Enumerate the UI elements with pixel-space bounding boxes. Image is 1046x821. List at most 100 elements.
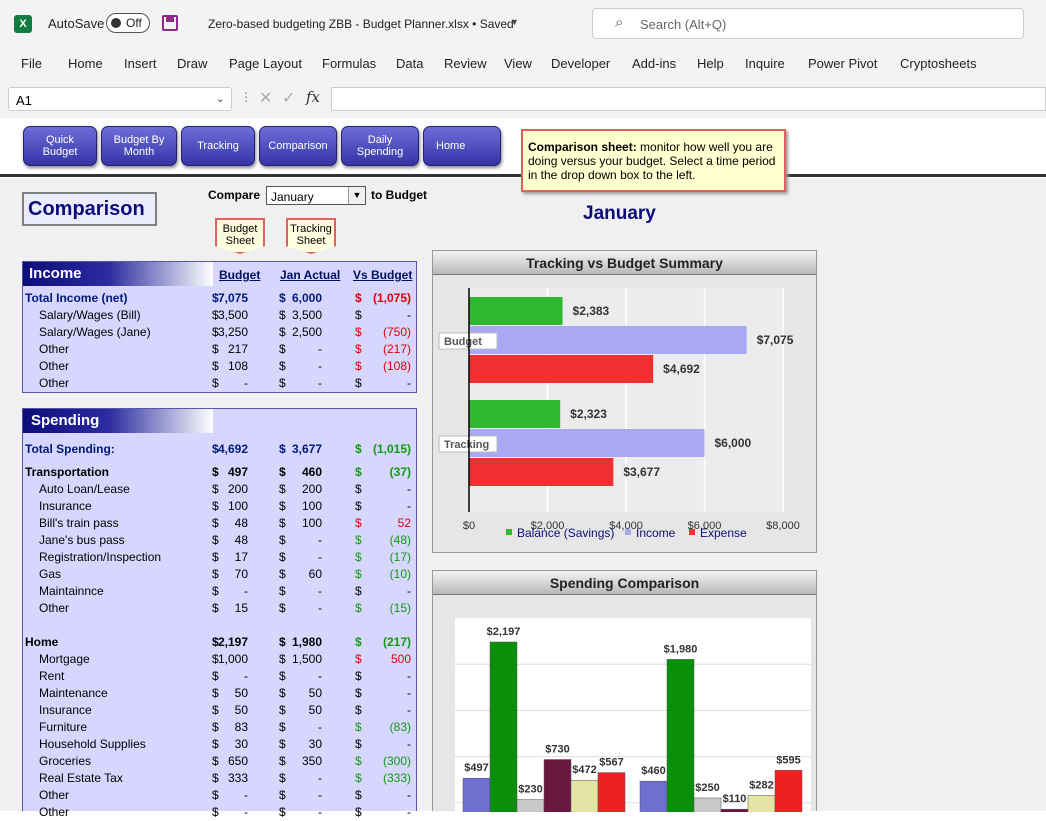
budget-value: - bbox=[244, 376, 248, 390]
page-title: Comparison bbox=[22, 192, 157, 226]
spending-row[interactable]: Jane's bus pass $48 $ - $ (48) bbox=[23, 532, 417, 549]
data-label: $595 bbox=[776, 754, 800, 766]
period-dropdown[interactable]: January ▼ bbox=[266, 186, 366, 205]
spending-row[interactable]: Groceries $650 $350 $ (300) bbox=[23, 753, 417, 770]
tracking-vs-budget-chart[interactable]: Tracking vs Budget Summary $0 $2,000 $4,00… bbox=[432, 250, 817, 553]
row-label: Insurance bbox=[39, 499, 92, 513]
spending-row[interactable]: Furniture $83 $ - $ (83) bbox=[23, 719, 417, 736]
currency-symbol: $ bbox=[279, 788, 286, 802]
spending-row[interactable]: Real Estate Tax $333 $ - $ (333) bbox=[23, 770, 417, 787]
spending-row[interactable]: Total Spending: $4,692 $3,677 $ (1,015) bbox=[23, 441, 417, 458]
col-budget: Budget bbox=[219, 268, 261, 282]
spending-row[interactable]: Transportation $497 $460 $ (37) bbox=[23, 464, 417, 481]
more-icon[interactable]: ⋮ bbox=[240, 90, 252, 104]
tab-cryptosheets[interactable]: Cryptosheets bbox=[900, 56, 977, 71]
quick-budget-button[interactable]: Quick Budget bbox=[23, 126, 97, 166]
daily-spending-button[interactable]: Daily Spending bbox=[341, 126, 419, 166]
income-row[interactable]: Total Income (net) $7,075 $6,000 $ (1,075) bbox=[23, 290, 417, 307]
tab-formulas[interactable]: Formulas bbox=[322, 56, 376, 71]
tab-data[interactable]: Data bbox=[396, 56, 423, 71]
data-label: $460 bbox=[641, 765, 665, 777]
tab-view[interactable]: View bbox=[504, 56, 532, 71]
spending-row[interactable]: Other $15 $ - $ (15) bbox=[23, 600, 417, 617]
spending-row[interactable]: Gas $70 $60 $ (10) bbox=[23, 566, 417, 583]
variance-value: - bbox=[407, 669, 411, 683]
autosave-toggle[interactable]: Off bbox=[106, 13, 150, 33]
budget-value: 650 bbox=[227, 754, 248, 768]
actual-value: - bbox=[318, 720, 322, 734]
file-name[interactable]: Zero-based budgeting ZBB - Budget Planne… bbox=[208, 17, 514, 31]
month-title: January bbox=[583, 203, 656, 224]
data-label: $110 bbox=[723, 793, 747, 805]
search-box[interactable]: ⌕ Search (Alt+Q) bbox=[592, 8, 1024, 39]
tab-review[interactable]: Review bbox=[444, 56, 487, 71]
income-title: Income bbox=[23, 262, 213, 286]
name-box[interactable]: A1 ⌄ bbox=[8, 87, 232, 111]
save-icon[interactable] bbox=[162, 15, 178, 31]
currency-symbol: $ bbox=[279, 754, 286, 768]
tab-home[interactable]: Home bbox=[68, 56, 103, 71]
home-button[interactable]: Home bbox=[423, 126, 501, 166]
tab-developer[interactable]: Developer bbox=[551, 56, 610, 71]
spending-comparison-plot: $497 $2,197 $230 $730$472$567 $460 $1,980 $250… bbox=[455, 618, 811, 812]
tab-draw[interactable]: Draw bbox=[177, 56, 207, 71]
tab-file[interactable]: File bbox=[21, 56, 42, 71]
chevron-down-icon[interactable]: ▼ bbox=[348, 187, 365, 204]
variance-value: (10) bbox=[389, 567, 411, 581]
spending-row[interactable]: Other $ - $ - $ - bbox=[23, 804, 417, 821]
tab-insert[interactable]: Insert bbox=[124, 56, 157, 71]
tab-add-ins[interactable]: Add-ins bbox=[632, 56, 676, 71]
spending-row[interactable]: Household Supplies $30 $30 $ - bbox=[23, 736, 417, 753]
budget-value: 497 bbox=[227, 465, 248, 479]
spending-row[interactable]: Maintenance $50 $50 $ - bbox=[23, 685, 417, 702]
spending-row[interactable]: Insurance $50 $50 $ - bbox=[23, 702, 417, 719]
tab-inquire[interactable]: Inquire bbox=[745, 56, 785, 71]
income-row[interactable]: Other $217 $ - $ (217) bbox=[23, 341, 417, 358]
cancel-icon[interactable]: ✕ bbox=[259, 88, 272, 108]
spending-row[interactable]: Mortgage $1,000 $1,500 $500 bbox=[23, 651, 417, 668]
tracking-vs-budget-plot: $0 $2,000 $4,000 $6,000 $8,000$2,383$7,075$4… bbox=[438, 288, 800, 540]
comparison-button[interactable]: Comparison bbox=[259, 126, 337, 166]
spending-row[interactable]: Registration/Inspection $17 $ - $ (17) bbox=[23, 549, 417, 566]
budget-by-month-button[interactable]: Budget By Month bbox=[101, 126, 177, 166]
currency-symbol: $ bbox=[355, 601, 362, 615]
currency-symbol: $ bbox=[279, 516, 286, 530]
function-icon[interactable]: fx bbox=[306, 88, 320, 106]
data-label: $282 bbox=[749, 779, 773, 791]
variance-value: - bbox=[407, 482, 411, 496]
budget-value: 17 bbox=[234, 550, 248, 564]
currency-symbol: $ bbox=[212, 601, 219, 615]
spending-comparison-chart[interactable]: Spending Comparison $497 $2,197 $230 $730 $4… bbox=[432, 570, 817, 812]
row-label: Auto Loan/Lease bbox=[39, 482, 130, 496]
currency-symbol: $ bbox=[279, 308, 286, 322]
actual-value: - bbox=[318, 550, 322, 564]
tab-help[interactable]: Help bbox=[697, 56, 724, 71]
tab-power-pivot[interactable]: Power Pivot bbox=[808, 56, 877, 71]
actual-value: - bbox=[318, 805, 322, 819]
row-label: Groceries bbox=[39, 754, 92, 768]
income-row[interactable]: Other $ - $ - $ - bbox=[23, 375, 417, 392]
formula-input[interactable] bbox=[331, 87, 1046, 111]
enter-icon[interactable]: ✓ bbox=[282, 88, 295, 108]
spending-row[interactable]: Auto Loan/Lease $200 $200 $ - bbox=[23, 481, 417, 498]
currency-symbol: $ bbox=[279, 669, 286, 683]
spending-row[interactable]: Rent $ - $ - $ - bbox=[23, 668, 417, 685]
spending-bar bbox=[693, 797, 722, 812]
income-row[interactable]: Other $108 $ - $ (108) bbox=[23, 358, 417, 375]
spending-row[interactable]: Other $ - $ - $ - bbox=[23, 787, 417, 804]
spending-row[interactable]: Maintainnce $ - $ - $ - bbox=[23, 583, 417, 600]
currency-symbol: $ bbox=[212, 720, 219, 734]
chevron-down-icon[interactable]: ▼ bbox=[510, 17, 519, 27]
tracking-button[interactable]: Tracking bbox=[181, 126, 255, 166]
spending-row[interactable]: Home $2,197 $1,980 $ (217) bbox=[23, 634, 417, 651]
tab-page-layout[interactable]: Page Layout bbox=[229, 56, 302, 71]
variance-value: (108) bbox=[382, 359, 411, 373]
chevron-down-icon[interactable]: ⌄ bbox=[216, 92, 225, 105]
income-row[interactable]: Salary/Wages (Bill) $3,500 $3,500 $ - bbox=[23, 307, 417, 324]
variance-value: (750) bbox=[382, 325, 411, 339]
income-row[interactable]: Salary/Wages (Jane) $3,250 $2,500 $ (750) bbox=[23, 324, 417, 341]
spending-row[interactable]: Insurance $100 $100 $ - bbox=[23, 498, 417, 515]
spending-row[interactable]: Bill's train pass $48 $100 $52 bbox=[23, 515, 417, 532]
currency-symbol: $ bbox=[212, 737, 219, 751]
actual-value: 460 bbox=[301, 465, 322, 479]
